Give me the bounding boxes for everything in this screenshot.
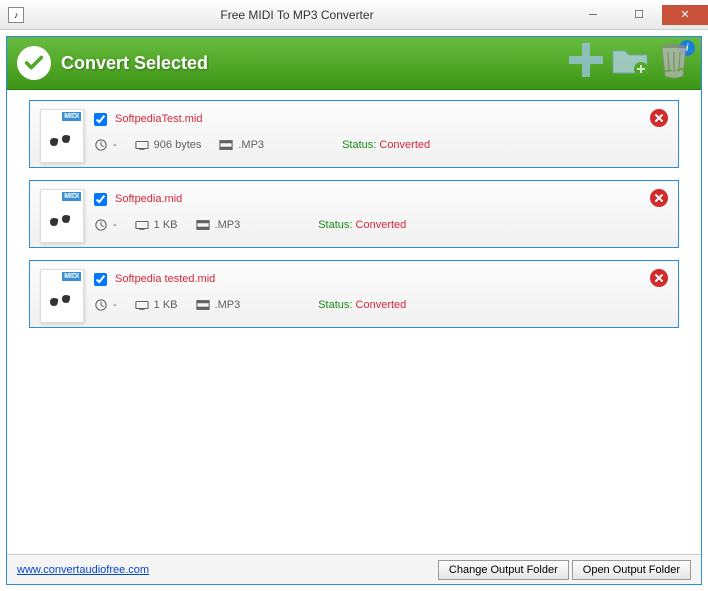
clock-icon-label: - xyxy=(113,139,117,151)
file-name: SoftpediaTest.mid xyxy=(115,113,202,125)
window-title: Free MIDI To MP3 Converter xyxy=(24,8,570,22)
status: Status: Converted xyxy=(318,219,478,231)
file-checkbox[interactable] xyxy=(94,113,107,126)
titlebar: ♪ Free MIDI To MP3 Converter ─ ☐ ✕ xyxy=(0,0,708,30)
convert-selected-button[interactable]: Convert Selected xyxy=(61,53,208,74)
trash-icon[interactable] xyxy=(653,39,695,81)
file-checkbox[interactable] xyxy=(94,273,107,286)
add-file-icon[interactable] xyxy=(565,39,607,81)
file-list: MIDI SoftpediaTest.mid - 906 bytes .MP3 … xyxy=(7,90,701,554)
status: Status: Converted xyxy=(318,299,478,311)
size-meta: 1 KB xyxy=(135,219,178,231)
convert-check-icon xyxy=(17,46,51,80)
file-item[interactable]: MIDI SoftpediaTest.mid - 906 bytes .MP3 … xyxy=(29,100,679,168)
remove-item-button[interactable] xyxy=(650,189,668,207)
add-folder-icon[interactable] xyxy=(609,39,651,81)
midi-badge: MIDI xyxy=(62,272,81,281)
time-meta: - xyxy=(94,139,117,151)
maximize-button[interactable]: ☐ xyxy=(616,5,662,25)
remove-item-button[interactable] xyxy=(650,269,668,287)
minimize-button[interactable]: ─ xyxy=(570,5,616,25)
file-thumbnail: MIDI xyxy=(40,269,84,323)
file-checkbox[interactable] xyxy=(94,193,107,206)
app-icon: ♪ xyxy=(8,7,24,23)
format-meta: .MP3 xyxy=(219,139,264,151)
change-output-folder-button[interactable]: Change Output Folder xyxy=(438,560,569,580)
size-meta: 1 KB xyxy=(135,299,178,311)
website-link[interactable]: www.convertaudiofree.com xyxy=(17,564,149,576)
midi-badge: MIDI xyxy=(62,112,81,121)
open-output-folder-button[interactable]: Open Output Folder xyxy=(572,560,691,580)
film-icon-label: .MP3 xyxy=(215,219,241,231)
file-name: Softpedia.mid xyxy=(115,193,182,205)
film-icon-label: .MP3 xyxy=(215,299,241,311)
clock-icon-label: - xyxy=(113,299,117,311)
time-meta: - xyxy=(94,299,117,311)
disk-icon-label: 1 KB xyxy=(154,299,178,311)
toolbar: Convert Selected i xyxy=(7,37,701,90)
disk-icon-label: 906 bytes xyxy=(154,139,202,151)
close-button[interactable]: ✕ xyxy=(662,5,708,25)
size-meta: 906 bytes xyxy=(135,139,202,151)
file-name: Softpedia tested.mid xyxy=(115,273,215,285)
file-item[interactable]: MIDI Softpedia tested.mid - 1 KB .MP3 St… xyxy=(29,260,679,328)
format-meta: .MP3 xyxy=(196,299,241,311)
file-thumbnail: MIDI xyxy=(40,109,84,163)
midi-badge: MIDI xyxy=(62,192,81,201)
format-meta: .MP3 xyxy=(196,219,241,231)
time-meta: - xyxy=(94,219,117,231)
remove-item-button[interactable] xyxy=(650,109,668,127)
disk-icon-label: 1 KB xyxy=(154,219,178,231)
footer: www.convertaudiofree.com Change Output F… xyxy=(7,554,701,584)
file-thumbnail: MIDI xyxy=(40,189,84,243)
window-controls: ─ ☐ ✕ xyxy=(570,5,708,25)
clock-icon-label: - xyxy=(113,219,117,231)
main-frame: Convert Selected i MIDI SoftpediaTest.mi… xyxy=(6,36,702,585)
file-item[interactable]: MIDI Softpedia.mid - 1 KB .MP3 Status: C… xyxy=(29,180,679,248)
film-icon-label: .MP3 xyxy=(238,139,264,151)
status: Status: Converted xyxy=(342,139,502,151)
